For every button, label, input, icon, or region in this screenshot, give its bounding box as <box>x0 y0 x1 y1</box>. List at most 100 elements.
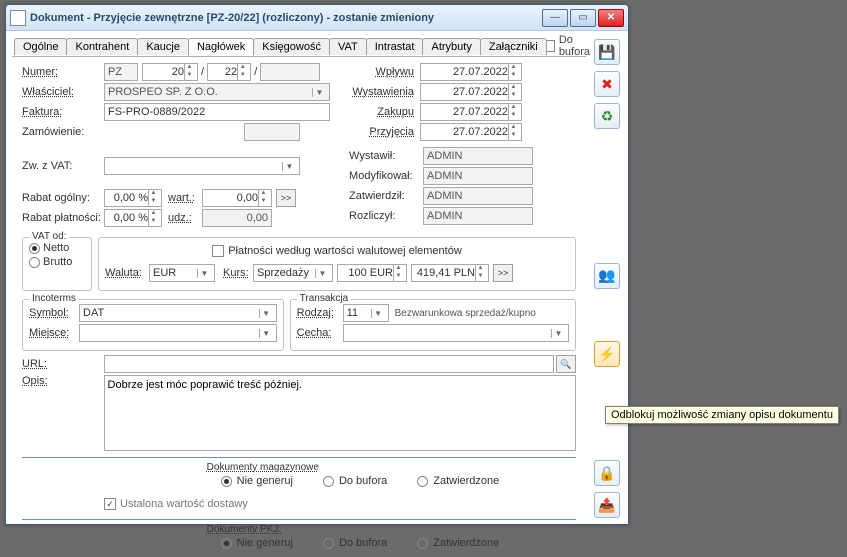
pkj-zatwierdzone-radio[interactable] <box>417 538 428 549</box>
document-icon <box>10 10 26 26</box>
do-bufora-checkbox[interactable] <box>546 40 555 52</box>
users-button[interactable]: 👥 <box>594 263 620 289</box>
miejsce-combo[interactable]: ▼ <box>79 324 277 342</box>
zakupu-date[interactable]: 27.07.2022▲▼ <box>420 103 522 121</box>
modyfikowal-label: Modyfikował: <box>349 170 423 182</box>
tab-atrybuty[interactable]: Atrybuty <box>422 38 480 55</box>
ustalona-checkbox[interactable] <box>104 498 116 510</box>
export-button[interactable]: 📤 <box>594 492 620 518</box>
tab-ogolne[interactable]: Ogólne <box>14 38 67 55</box>
vatod-legend: VAT od: <box>29 231 69 242</box>
incoterms-legend: Incoterms <box>29 293 79 304</box>
wplywu-label: Wpływu <box>350 66 420 78</box>
przyjecia-date[interactable]: 27.07.2022▲▼ <box>420 123 522 141</box>
wlasciciel-label: Właściciel: <box>22 86 104 98</box>
platnosci-walut-checkbox[interactable] <box>212 245 224 257</box>
modyfikowal-val: ADMIN <box>423 167 533 185</box>
netto-radio[interactable] <box>29 243 40 254</box>
numer2-input[interactable]: 22▲▼ <box>207 63 251 81</box>
url-input[interactable] <box>104 355 554 373</box>
url-search-button[interactable]: 🔍 <box>556 355 576 373</box>
dok-mag-label: Dokumenty magazynowe <box>207 462 576 473</box>
pz-field: PZ <box>104 63 138 81</box>
udz-label: udz.: <box>168 212 202 224</box>
miejsce-label: Miejsce: <box>29 327 79 339</box>
numer1-input[interactable]: 20▲▼ <box>142 63 198 81</box>
rodzaj-desc: Bezwarunkowa sprzedaż/kupno <box>395 308 536 319</box>
tab-kaucje[interactable]: Kaucje <box>137 38 189 55</box>
waluta-combo[interactable]: EUR▼ <box>149 264 215 282</box>
opis-textarea[interactable] <box>104 375 576 451</box>
kurs-label: Kurs: <box>223 267 253 279</box>
rabat-plat-label: Rabat płatności: <box>22 212 104 224</box>
numer-label: Numer: <box>22 66 104 78</box>
cecha-combo[interactable]: ▼ <box>343 324 569 342</box>
mag-niegeneruj-radio[interactable] <box>221 476 232 487</box>
rodzaj-combo[interactable]: 11▼ <box>343 304 389 322</box>
rozliczyl-val: ADMIN <box>423 207 533 225</box>
url-label: URL: <box>22 358 104 370</box>
wart-input[interactable]: 0,00▲▼ <box>202 189 272 207</box>
dok-pkj-label: Dokumenty PKJ: <box>207 524 576 535</box>
tab-kontrahent[interactable]: Kontrahent <box>66 38 138 55</box>
rozliczyl-label: Rozliczył: <box>349 210 423 222</box>
lock-button[interactable]: 🔒 <box>594 460 620 486</box>
kurs-type-combo[interactable]: Sprzedaży▼ <box>253 264 333 282</box>
save-button[interactable]: 💾 <box>594 39 620 65</box>
wlasciciel-combo[interactable]: PROSPEO SP. Z O.O.▼ <box>104 83 330 101</box>
wystawienia-date[interactable]: 27.07.2022▲▼ <box>420 83 522 101</box>
kurs-pln-input[interactable]: 419,41 PLN▲▼ <box>411 264 489 282</box>
wart-label: wart.: <box>168 192 202 204</box>
pkj-niegeneruj-radio[interactable] <box>221 538 232 549</box>
faktura-label: Faktura: <box>22 106 104 118</box>
zwzvat-combo[interactable]: ▼ <box>104 157 300 175</box>
zatwierdzil-val: ADMIN <box>423 187 533 205</box>
tab-ksiegowosc[interactable]: Księgowość <box>253 38 330 55</box>
close-button[interactable]: ✕ <box>598 9 624 27</box>
zwzvat-label: Zw. z VAT: <box>22 160 104 172</box>
mag-zatwierdzone-radio[interactable] <box>417 476 428 487</box>
pkj-dobufora-radio[interactable] <box>323 538 334 549</box>
tab-intrastat[interactable]: Intrastat <box>366 38 424 55</box>
rodzaj-label: Rodzaj: <box>297 307 343 319</box>
rabat-ogolny-input[interactable]: 0,00 %▲▼ <box>104 189 162 207</box>
wplywu-date[interactable]: 27.07.2022▲▼ <box>420 63 522 81</box>
zamowienie-label: Zamówienie: <box>22 126 104 138</box>
rabat-ogolny-label: Rabat ogólny: <box>22 192 104 204</box>
zakupu-label: Zakupu <box>350 106 420 118</box>
zamowienie-input <box>244 123 300 141</box>
unlock-opis-button[interactable]: ⚡ <box>594 341 620 367</box>
refresh-button[interactable]: ♻ <box>594 103 620 129</box>
rabat-arrow-button[interactable]: >> <box>276 189 296 207</box>
tab-zalaczniki[interactable]: Załączniki <box>480 38 547 55</box>
wystawil-val: ADMIN <box>423 147 533 165</box>
wystawienia-label: Wystawienia <box>350 86 420 98</box>
ustalona-label: Ustalona wartość dostawy <box>120 498 248 510</box>
wystawil-label: Wystawił: <box>349 150 423 162</box>
symbol-label: Symbol: <box>29 307 79 319</box>
rabat-plat-input[interactable]: 0,00 %▲▼ <box>104 209 162 227</box>
maximize-button[interactable]: ▭ <box>570 9 596 27</box>
do-bufora-label: Do bufora <box>559 34 593 58</box>
transakcja-legend: Transakcja <box>297 293 352 304</box>
cancel-button[interactable]: ✖ <box>594 71 620 97</box>
tab-naglowek[interactable]: Nagłówek <box>188 38 254 56</box>
minimize-button[interactable]: — <box>542 9 568 27</box>
window-title: Dokument - Przyjęcie zewnętrzne [PZ-20/2… <box>30 12 542 24</box>
cecha-label: Cecha: <box>297 327 343 339</box>
brutto-radio[interactable] <box>29 257 40 268</box>
tab-bar: Ogólne Kontrahent Kaucje Nagłówek Księgo… <box>12 35 586 57</box>
waluta-label: Waluta: <box>105 267 149 279</box>
tab-vat[interactable]: VAT <box>329 38 367 55</box>
mag-dobufora-radio[interactable] <box>323 476 334 487</box>
platnosci-walut-label: Płatności według wartości walutowej elem… <box>228 245 462 257</box>
kurs-eur-input[interactable]: 100 EUR▲▼ <box>337 264 407 282</box>
numer3-input <box>260 63 320 81</box>
przyjecia-label: Przyjęcia <box>350 126 420 138</box>
symbol-combo[interactable]: DAT▼ <box>79 304 277 322</box>
faktura-input[interactable]: FS-PRO-0889/2022 <box>104 103 330 121</box>
opis-label: Opis: <box>22 375 104 387</box>
udz-input: 0,00 <box>202 209 272 227</box>
zatwierdzil-label: Zatwierdził: <box>349 190 423 202</box>
kurs-arrow-button[interactable]: >> <box>493 264 513 282</box>
